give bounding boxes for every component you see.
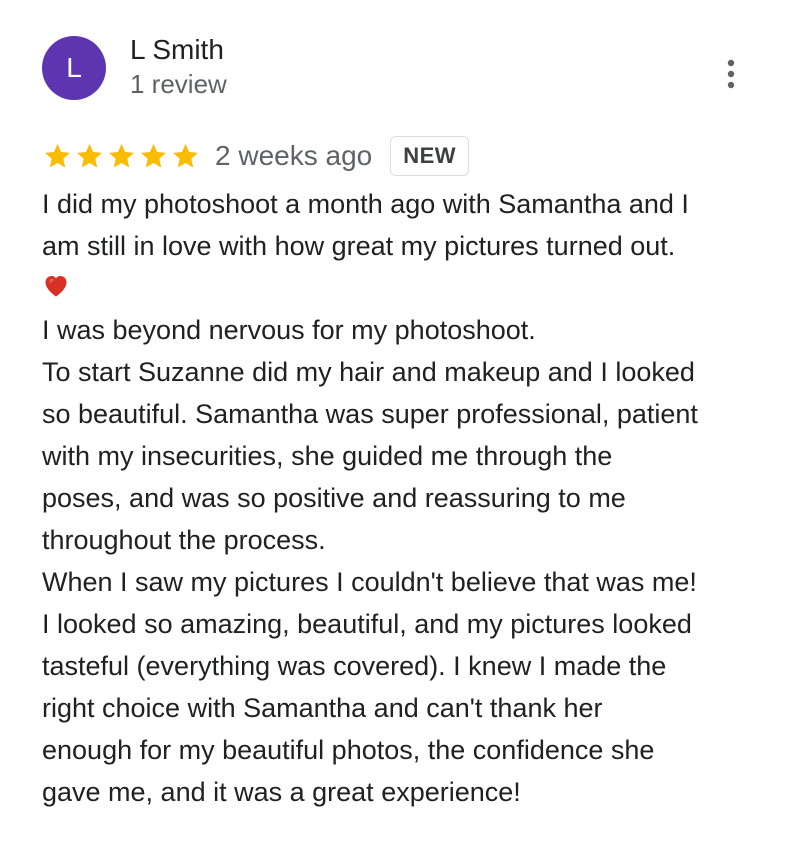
new-badge: NEW — [390, 136, 470, 176]
star-icon — [173, 143, 198, 167]
star-icon — [77, 143, 102, 167]
review-card: L L Smith 1 review 2 weeks ago NEW I did… — [0, 0, 790, 852]
review-text-part-two: I was beyond nervous for my photoshoot. … — [42, 315, 698, 807]
star-icon — [141, 143, 166, 167]
more-options-button[interactable] — [714, 52, 748, 96]
vertical-ellipsis-icon — [727, 59, 735, 89]
reviewer-name[interactable]: L Smith — [130, 34, 227, 66]
reviewer-info: L Smith 1 review — [130, 34, 227, 100]
review-time: 2 weeks ago — [215, 140, 373, 171]
review-text-part-one: I did my photoshoot a month ago with Sam… — [42, 189, 689, 261]
reviewer-review-count: 1 review — [130, 69, 227, 100]
avatar[interactable]: L — [42, 36, 106, 101]
star-icon — [109, 143, 134, 167]
red-heart-icon — [45, 275, 67, 297]
star-rating — [42, 141, 201, 172]
review-meta: 2 weeks ago NEW — [42, 136, 470, 176]
star-icon — [45, 143, 70, 167]
review-text: I did my photoshoot a month ago with Sam… — [42, 183, 762, 813]
reviewer-header: L L Smith 1 review — [42, 34, 227, 101]
